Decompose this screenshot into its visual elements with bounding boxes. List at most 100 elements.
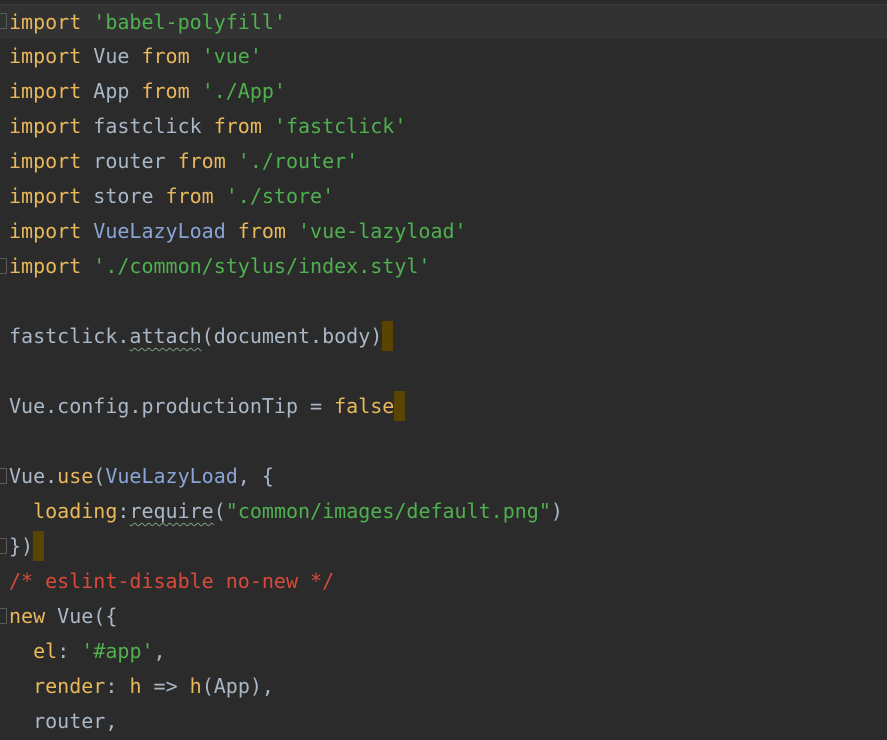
code-line[interactable]: import store from './store': [0, 179, 887, 214]
code-line[interactable]: Vue.config.productionTip = false: [0, 389, 887, 424]
code-token: 'vue-lazyload': [298, 219, 467, 243]
code-token: Vue.config.productionTip =: [9, 394, 335, 418]
code-token: , {: [237, 464, 274, 488]
code-line[interactable]: fastclick.attach(document.body): [0, 319, 887, 354]
code-line[interactable]: }): [0, 529, 887, 564]
code-token: from: [213, 114, 262, 138]
code-token: "common/images/default.png": [225, 499, 551, 523]
code-token: store: [81, 184, 166, 208]
code-token: from: [141, 79, 190, 103]
code-line[interactable]: import Vue from 'vue': [0, 39, 887, 74]
code-token: VueLazyLoad: [93, 219, 226, 243]
code-token: Vue.: [9, 464, 58, 488]
code-line[interactable]: import router from './router': [0, 144, 887, 179]
code-token: =>: [141, 674, 190, 698]
fold-marker-icon[interactable]: [0, 13, 7, 29]
code-token: 'vue': [201, 44, 262, 68]
code-token: loading: [33, 499, 118, 523]
code-line[interactable]: /* eslint-disable no-new */: [0, 564, 887, 599]
code-line[interactable]: [0, 354, 887, 389]
code-token: /* eslint-disable no-new */: [9, 569, 335, 593]
code-token: ,: [153, 639, 166, 663]
code-token: :: [57, 639, 82, 663]
code-line[interactable]: import './common/stylus/index.styl': [0, 249, 887, 284]
code-token: Vue({: [45, 604, 118, 628]
code-line[interactable]: new Vue({: [0, 599, 887, 634]
fold-marker-icon[interactable]: [0, 258, 7, 274]
code-token: use: [57, 464, 94, 488]
fold-marker-icon[interactable]: [0, 468, 7, 484]
code-token: (App),: [201, 674, 274, 698]
code-token: }): [9, 534, 34, 558]
code-token: import: [9, 79, 82, 103]
code-token: el: [33, 639, 58, 663]
code-token: router,: [9, 709, 118, 733]
code-token: import: [9, 149, 82, 173]
code-line[interactable]: loading:require("common/images/default.p…: [0, 494, 887, 529]
code-token: render: [33, 674, 106, 698]
fold-marker-icon[interactable]: [0, 538, 7, 554]
code-line[interactable]: import VueLazyLoad from 'vue-lazyload': [0, 214, 887, 249]
code-token: import: [9, 184, 82, 208]
code-token: './store': [225, 184, 335, 208]
code-token: import: [9, 254, 82, 278]
code-line[interactable]: render: h => h(App),: [0, 669, 887, 704]
code-token: (: [213, 499, 226, 523]
code-token: VueLazyLoad: [105, 464, 238, 488]
fold-marker-icon[interactable]: [0, 608, 7, 624]
code-token: router: [81, 149, 178, 173]
code-line[interactable]: import fastclick from 'fastclick': [0, 109, 887, 144]
code-line[interactable]: import App from './App': [0, 74, 887, 109]
code-line[interactable]: import 'babel-polyfill': [0, 4, 887, 39]
code-token: h: [189, 674, 202, 698]
code-token: fastclick: [81, 114, 214, 138]
code-token: fastclick.: [9, 324, 130, 348]
code-token: h: [129, 674, 142, 698]
code-line[interactable]: router,: [0, 704, 887, 739]
code-token: App: [81, 79, 142, 103]
code-token: require: [129, 499, 214, 523]
code-token: import: [9, 114, 82, 138]
code-token: :: [117, 499, 130, 523]
code-token: ): [550, 499, 563, 523]
code-token: from: [141, 44, 190, 68]
bracket-highlight: [33, 530, 45, 561]
code-editor[interactable]: import 'babel-polyfill' import Vue from '…: [0, 0, 887, 740]
code-token: '#app': [81, 639, 154, 663]
code-token: './common/stylus/index.styl': [93, 254, 431, 278]
code-token: new: [9, 604, 46, 628]
code-token: Vue: [81, 44, 142, 68]
code-token: attach: [129, 324, 202, 348]
code-line[interactable]: [0, 424, 887, 459]
code-token: './router': [237, 149, 359, 173]
code-token: from: [237, 219, 286, 243]
code-token: false: [334, 394, 395, 418]
bracket-highlight: [382, 320, 394, 351]
code-line[interactable]: [0, 284, 887, 319]
code-line[interactable]: Vue.use(VueLazyLoad, {: [0, 459, 887, 494]
bracket-highlight: [394, 390, 406, 421]
code-token: './App': [201, 79, 286, 103]
code-token: 'fastclick': [273, 114, 407, 138]
code-token: from: [177, 149, 226, 173]
code-token: import: [9, 44, 82, 68]
code-token: import: [9, 10, 82, 34]
code-line[interactable]: el: '#app',: [0, 634, 887, 669]
code-token: from: [165, 184, 214, 208]
code-token: (: [93, 464, 106, 488]
code-token: :: [105, 674, 130, 698]
code-token: import: [9, 219, 82, 243]
